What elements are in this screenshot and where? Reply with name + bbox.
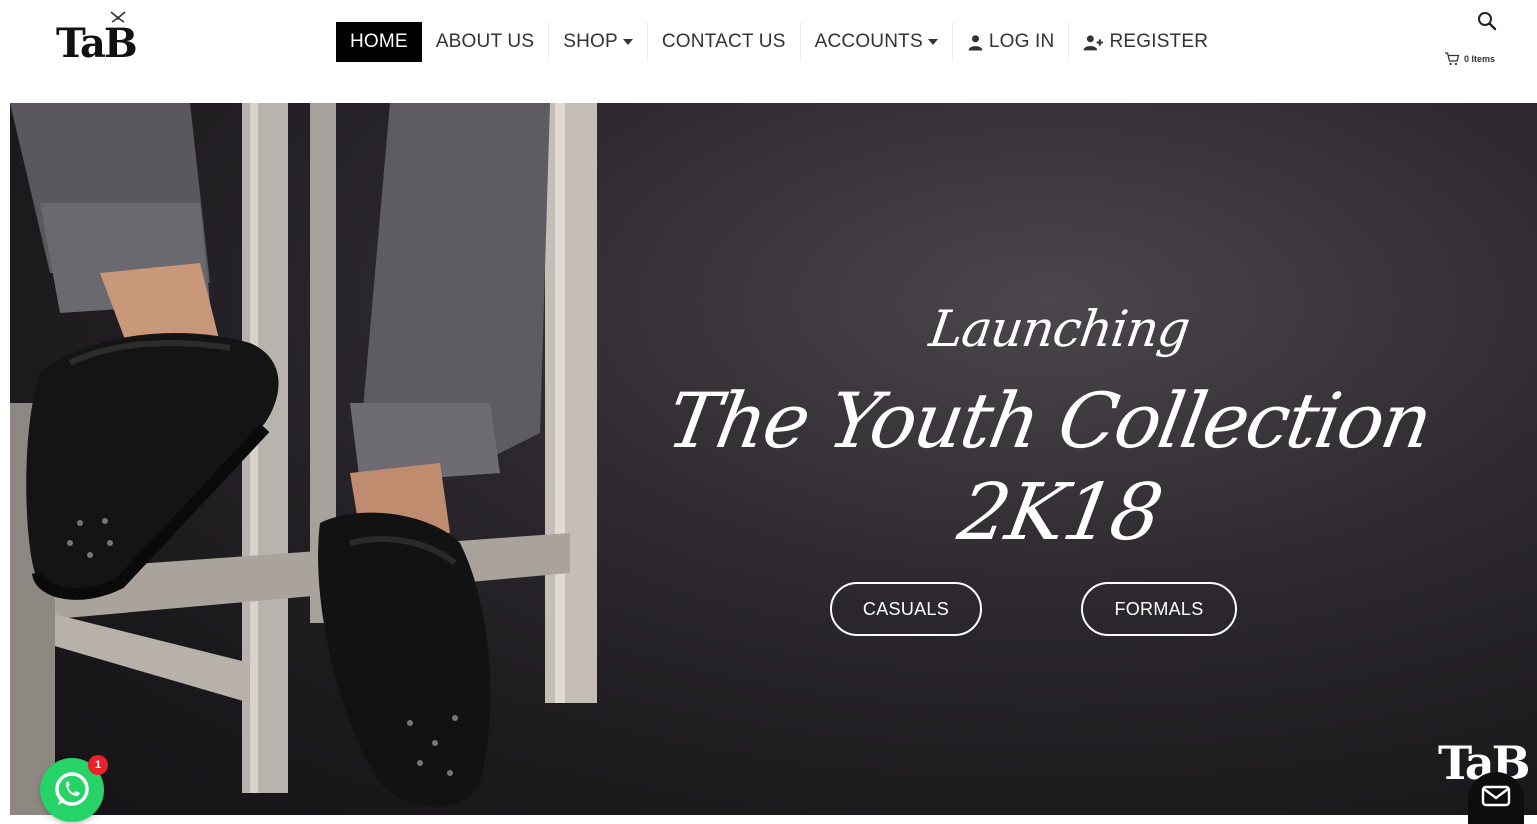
nav-shop[interactable]: SHOP [549, 22, 648, 62]
nav-home-label: HOME [350, 31, 408, 52]
nav-about-us[interactable]: ABOUT US [422, 22, 550, 62]
user-icon [968, 34, 983, 50]
nav-log-in-label: LOG IN [988, 31, 1055, 52]
mail-button[interactable] [1468, 772, 1524, 824]
main-nav: HOME ABOUT US SHOP CONTACT US ACCOUNTS L… [336, 22, 1222, 62]
hero-title: The Youth Collection [661, 376, 1438, 465]
site-header: TaB HOME ABOUT US SHOP CONTACT US ACCOUN… [0, 0, 1537, 100]
caret-down-icon [927, 39, 938, 45]
cart-button[interactable]: 0 Items [1444, 52, 1495, 66]
user-plus-icon [1083, 34, 1104, 50]
nav-about-us-label: ABOUT US [435, 31, 535, 52]
nav-register-label: REGISTER [1109, 31, 1209, 52]
hero-shoes-image [10, 103, 597, 815]
nav-accounts-label: ACCOUNTS [814, 31, 923, 52]
brand-logo-text: TaB [56, 20, 138, 67]
whatsapp-notification-badge: 1 [88, 755, 108, 775]
hero-year: 2K18 [952, 468, 1168, 558]
nav-shop-label: SHOP [563, 31, 618, 52]
casuals-button[interactable]: CASUALS [830, 582, 982, 636]
cart-count: 0 Items [1464, 54, 1496, 64]
mail-icon [1481, 785, 1511, 807]
brand-logo[interactable]: TaB [56, 11, 138, 68]
hero-subtitle: Launching [925, 300, 1193, 358]
caret-down-icon [622, 39, 633, 45]
nav-contact-us[interactable]: CONTACT US [648, 22, 801, 62]
nav-register[interactable]: REGISTER [1069, 22, 1222, 62]
formals-button-label: FORMALS [1114, 598, 1204, 619]
nav-home[interactable]: HOME [336, 22, 422, 62]
nav-contact-us-label: CONTACT US [661, 31, 786, 52]
dragonfly-icon [110, 11, 126, 23]
nav-log-in[interactable]: LOG IN [953, 22, 1070, 62]
cart-icon [1445, 52, 1460, 66]
formals-button[interactable]: FORMALS [1081, 582, 1237, 636]
search-icon[interactable] [1476, 10, 1498, 32]
nav-accounts[interactable]: ACCOUNTS [801, 22, 953, 62]
casuals-button-label: CASUALS [862, 598, 950, 619]
